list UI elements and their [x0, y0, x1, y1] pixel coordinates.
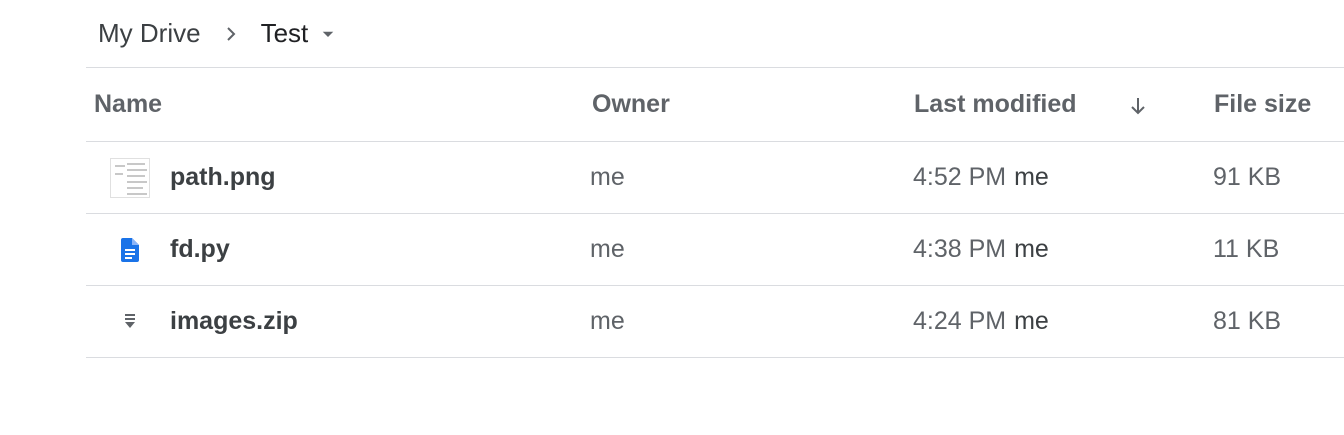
- table-row[interactable]: fd.py me 4:38 PM me 11 KB: [86, 214, 1344, 286]
- breadcrumb-test[interactable]: Test: [249, 14, 315, 53]
- file-owner: me: [590, 307, 625, 335]
- image-thumbnail-icon: [106, 142, 154, 213]
- archive-icon: [106, 286, 154, 357]
- column-header-file-size[interactable]: File size: [1214, 68, 1311, 141]
- file-size: 81 KB: [1213, 307, 1282, 335]
- modified-time: 4:38 PM: [913, 235, 1007, 263]
- chevron-right-icon: [213, 16, 249, 52]
- breadcrumb-current-folder[interactable]: Test: [249, 14, 343, 53]
- table-row[interactable]: images.zip me 4:24 PM me 81 KB: [86, 286, 1344, 358]
- modified-by: me: [1014, 307, 1049, 335]
- column-header-last-modified[interactable]: Last modified: [914, 68, 1077, 141]
- breadcrumb-my-drive[interactable]: My Drive: [86, 14, 213, 53]
- file-last-modified: 4:52 PM me: [913, 142, 1049, 213]
- arrow-down-icon[interactable]: [1126, 94, 1150, 118]
- file-name[interactable]: images.zip: [170, 286, 298, 357]
- file-name[interactable]: path.png: [170, 142, 276, 213]
- file-name[interactable]: fd.py: [170, 214, 230, 285]
- file-last-modified: 4:24 PM me: [913, 286, 1049, 357]
- file-owner: me: [590, 163, 625, 191]
- file-last-modified: 4:38 PM me: [913, 214, 1049, 285]
- file-size: 91 KB: [1213, 163, 1282, 191]
- file-size: 11 KB: [1213, 235, 1280, 263]
- modified-by: me: [1014, 235, 1049, 263]
- table-header: Name Owner Last modified File size: [86, 68, 1344, 142]
- file-table: Name Owner Last modified File size path.…: [86, 68, 1344, 358]
- modified-time: 4:24 PM: [913, 307, 1007, 335]
- modified-time: 4:52 PM: [913, 163, 1007, 191]
- document-icon: [106, 214, 154, 285]
- caret-down-icon[interactable]: [314, 20, 342, 48]
- drive-file-list-page: My Drive Test Name Owner Last modified F…: [0, 0, 1344, 435]
- column-header-name[interactable]: Name: [94, 68, 162, 141]
- breadcrumb: My Drive Test: [86, 0, 342, 67]
- column-header-owner[interactable]: Owner: [592, 68, 670, 141]
- file-owner: me: [590, 235, 625, 263]
- table-row[interactable]: path.png me 4:52 PM me 91 KB: [86, 142, 1344, 214]
- modified-by: me: [1014, 163, 1049, 191]
